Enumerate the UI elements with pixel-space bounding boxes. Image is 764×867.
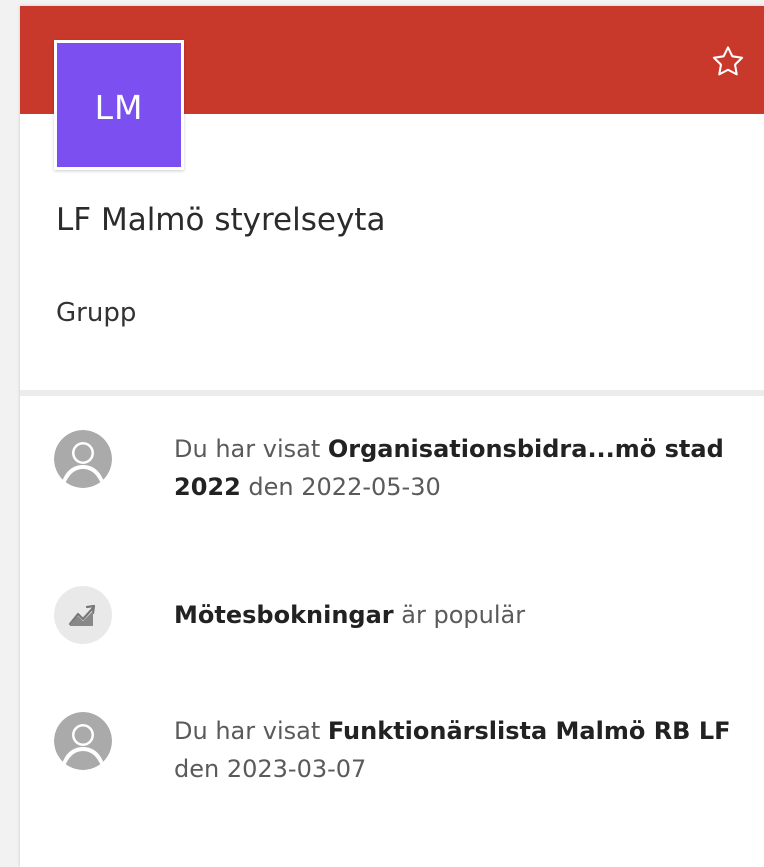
person-avatar-icon <box>54 430 112 488</box>
trending-icon <box>54 586 112 644</box>
activity-text[interactable]: Du har visat Organisationsbidra...mö sta… <box>174 430 764 506</box>
site-initials: LM <box>94 87 144 127</box>
divider <box>20 390 764 396</box>
site-logo: LM <box>54 40 184 170</box>
activity-text[interactable]: Mötesbokningar är populär <box>174 596 764 634</box>
star-outline-icon <box>712 46 744 76</box>
follow-star-button[interactable] <box>706 40 750 84</box>
site-card[interactable]: LM LF Malmö styrelseyta Grupp Du har vis… <box>20 6 764 867</box>
activity-text[interactable]: Du har visat Funktionärslista Malmö RB L… <box>174 712 764 788</box>
site-title[interactable]: LF Malmö styrelseyta <box>56 202 385 238</box>
activity-date: den 2022-05-30 <box>240 473 441 501</box>
activity-prefix: Du har visat <box>174 435 328 463</box>
activity-status: är populär <box>393 601 526 629</box>
activity-page-link[interactable]: Mötesbokningar <box>174 601 394 629</box>
activity-date: den 2023-03-07 <box>174 755 367 783</box>
person-avatar-icon <box>54 712 112 770</box>
activity-document-link[interactable]: Funktionärslista Malmö RB LF <box>328 717 731 745</box>
activity-prefix: Du har visat <box>174 717 328 745</box>
site-type-label: Grupp <box>56 298 137 328</box>
